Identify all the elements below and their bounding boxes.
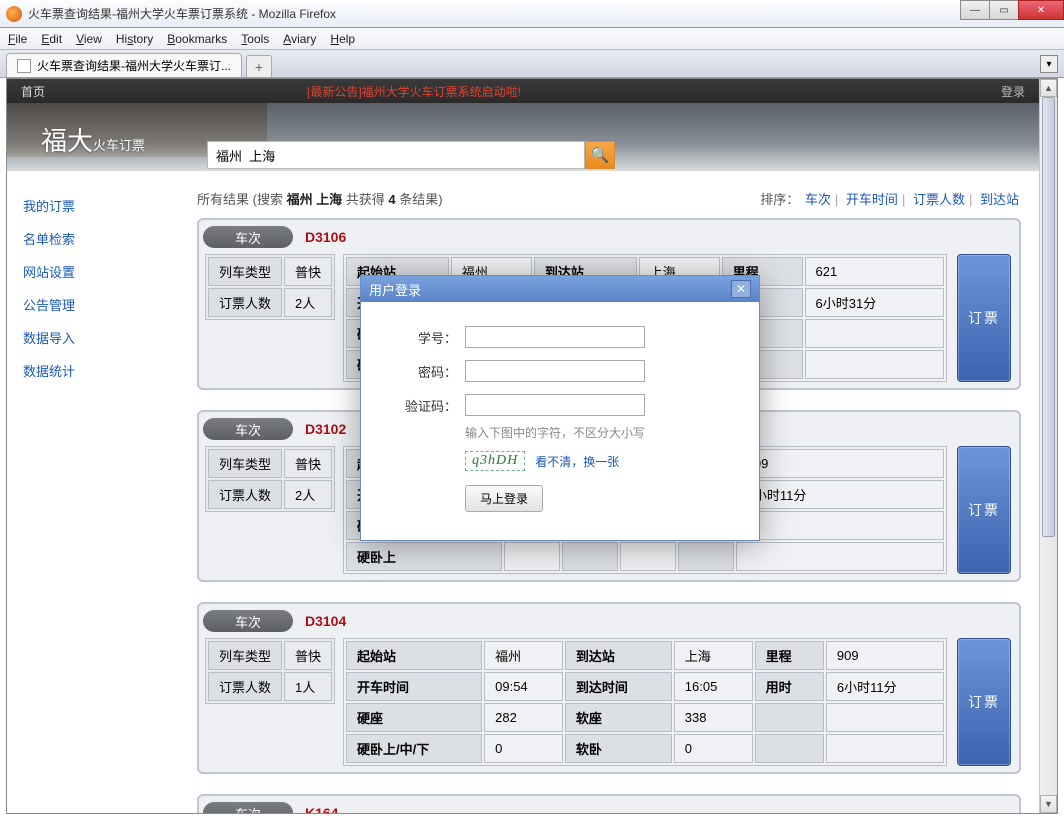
close-button[interactable]: ✕ bbox=[1018, 0, 1064, 20]
sidenav-announce-manage[interactable]: 公告管理 bbox=[19, 288, 181, 321]
captcha-refresh-link[interactable]: 看不清，换一张 bbox=[535, 453, 619, 470]
maximize-button[interactable]: ▭ bbox=[989, 0, 1019, 20]
scroll-up-arrow[interactable]: ▲ bbox=[1040, 79, 1057, 97]
sidenav-name-search[interactable]: 名单检索 bbox=[19, 222, 181, 255]
password-label: 密码： bbox=[401, 362, 457, 381]
train-meta-table: 列车类型普快 订票人数1人 bbox=[205, 638, 335, 704]
browser-tab[interactable]: 火车票查询结果-福州大学火车票订... bbox=[6, 53, 242, 77]
book-button[interactable]: 订票 bbox=[957, 446, 1011, 574]
menu-help[interactable]: Help bbox=[330, 32, 355, 46]
menu-edit[interactable]: Edit bbox=[41, 32, 62, 46]
train-meta-table: 列车类型普快 订票人数2人 bbox=[205, 446, 335, 512]
train-meta-table: 列车类型普快 订票人数2人 bbox=[205, 254, 335, 320]
site-topbar: 首页 [最新公告]福州大学火车订票系统启动啦! 登录 bbox=[7, 79, 1039, 103]
login-dialog: 用户登录 ✕ 学号： 密码： 验证码： 输入下图中的字符，不区分大小写 q3hD… bbox=[360, 275, 760, 541]
sidenav-my-bookings[interactable]: 我的订票 bbox=[19, 189, 181, 222]
train-pill: 车次 bbox=[203, 610, 293, 632]
window-controls: — ▭ ✕ bbox=[960, 0, 1064, 20]
book-button[interactable]: 订票 bbox=[957, 638, 1011, 766]
firefox-icon bbox=[6, 6, 22, 22]
scrollbar-thumb[interactable] bbox=[1042, 97, 1055, 537]
menu-tools[interactable]: Tools bbox=[241, 32, 269, 46]
train-pill: 车次 bbox=[203, 802, 293, 813]
nav-login[interactable]: 登录 bbox=[1001, 83, 1025, 100]
search-input[interactable] bbox=[207, 141, 585, 169]
dialog-titlebar: 用户登录 ✕ bbox=[361, 276, 759, 302]
search-box: 🔍 bbox=[207, 141, 615, 169]
hero-banner: 福大火车订票 🔍 bbox=[7, 103, 1039, 171]
menu-bookmarks[interactable]: Bookmarks bbox=[167, 32, 227, 46]
search-icon: 🔍 bbox=[591, 147, 610, 164]
captcha-hint: 输入下图中的字符，不区分大小写 bbox=[465, 424, 739, 441]
sidenav-data-import[interactable]: 数据导入 bbox=[19, 321, 181, 354]
train-number: D3102 bbox=[305, 421, 346, 437]
menu-aviary[interactable]: Aviary bbox=[283, 32, 316, 46]
book-button[interactable]: 订票 bbox=[957, 254, 1011, 382]
vertical-scrollbar[interactable]: ▲ ▼ bbox=[1039, 79, 1057, 813]
new-tab-button[interactable]: + bbox=[246, 55, 272, 77]
train-card: 车次 K164 起始站福州 到达站上海 里程987 bbox=[197, 794, 1021, 813]
student-id-label: 学号： bbox=[401, 328, 457, 347]
train-pill: 车次 bbox=[203, 418, 293, 440]
menubar: File Edit View History Bookmarks Tools A… bbox=[0, 28, 1064, 50]
sort-train-no[interactable]: 车次 bbox=[805, 192, 831, 207]
menu-history[interactable]: History bbox=[116, 32, 153, 46]
side-nav: 我的订票 名单检索 网站设置 公告管理 数据导入 数据统计 bbox=[7, 179, 193, 813]
sort-arrive-station[interactable]: 到达站 bbox=[980, 192, 1019, 207]
login-submit-button[interactable]: 马上登录 bbox=[465, 485, 543, 512]
train-card: 车次 D3104 列车类型普快 订票人数1人 起始站福州 到达站上海 里 bbox=[197, 602, 1021, 774]
menu-view[interactable]: View bbox=[76, 32, 102, 46]
train-number: K164 bbox=[305, 805, 338, 813]
train-detail-table: 起始站福州 到达站上海 里程909 开车时间09:54 到达时间16:05 用时… bbox=[343, 638, 947, 766]
dialog-title: 用户登录 bbox=[369, 280, 421, 299]
captcha-image: q3hDH bbox=[465, 451, 525, 471]
window-title: 火车票查询结果-福州大学火车票订票系统 - Mozilla Firefox bbox=[28, 5, 336, 22]
scroll-down-arrow[interactable]: ▼ bbox=[1040, 795, 1057, 813]
train-number: D3106 bbox=[305, 229, 346, 245]
site-brand: 福大火车订票 bbox=[41, 121, 145, 158]
window-titlebar: 火车票查询结果-福州大学火车票订票系统 - Mozilla Firefox — … bbox=[0, 0, 1064, 28]
dialog-close-button[interactable]: ✕ bbox=[731, 280, 751, 298]
tab-title: 火车票查询结果-福州大学火车票订... bbox=[37, 57, 231, 74]
student-id-input[interactable] bbox=[465, 326, 645, 348]
minimize-button[interactable]: — bbox=[960, 0, 990, 20]
nav-home[interactable]: 首页 bbox=[21, 83, 45, 100]
menu-file[interactable]: File bbox=[8, 32, 27, 46]
announcement-text: [最新公告]福州大学火车订票系统启动啦! bbox=[307, 83, 521, 100]
search-button[interactable]: 🔍 bbox=[585, 141, 615, 169]
page-icon bbox=[17, 59, 31, 73]
results-header: 所有结果 (搜索 福州 上海 共获得 4 条结果) 排序： 车次| 开车时间| … bbox=[197, 189, 1021, 208]
sort-booked[interactable]: 订票人数 bbox=[913, 192, 965, 207]
sidenav-data-stats[interactable]: 数据统计 bbox=[19, 354, 181, 387]
password-input[interactable] bbox=[465, 360, 645, 382]
train-number: D3104 bbox=[305, 613, 346, 629]
tabstrip: 火车票查询结果-福州大学火车票订... + ▾ bbox=[0, 50, 1064, 78]
sidenav-site-settings[interactable]: 网站设置 bbox=[19, 255, 181, 288]
train-pill: 车次 bbox=[203, 226, 293, 248]
tab-list-button[interactable]: ▾ bbox=[1040, 55, 1058, 73]
sort-depart-time[interactable]: 开车时间 bbox=[846, 192, 898, 207]
captcha-input[interactable] bbox=[465, 394, 645, 416]
captcha-label: 验证码： bbox=[401, 396, 457, 415]
